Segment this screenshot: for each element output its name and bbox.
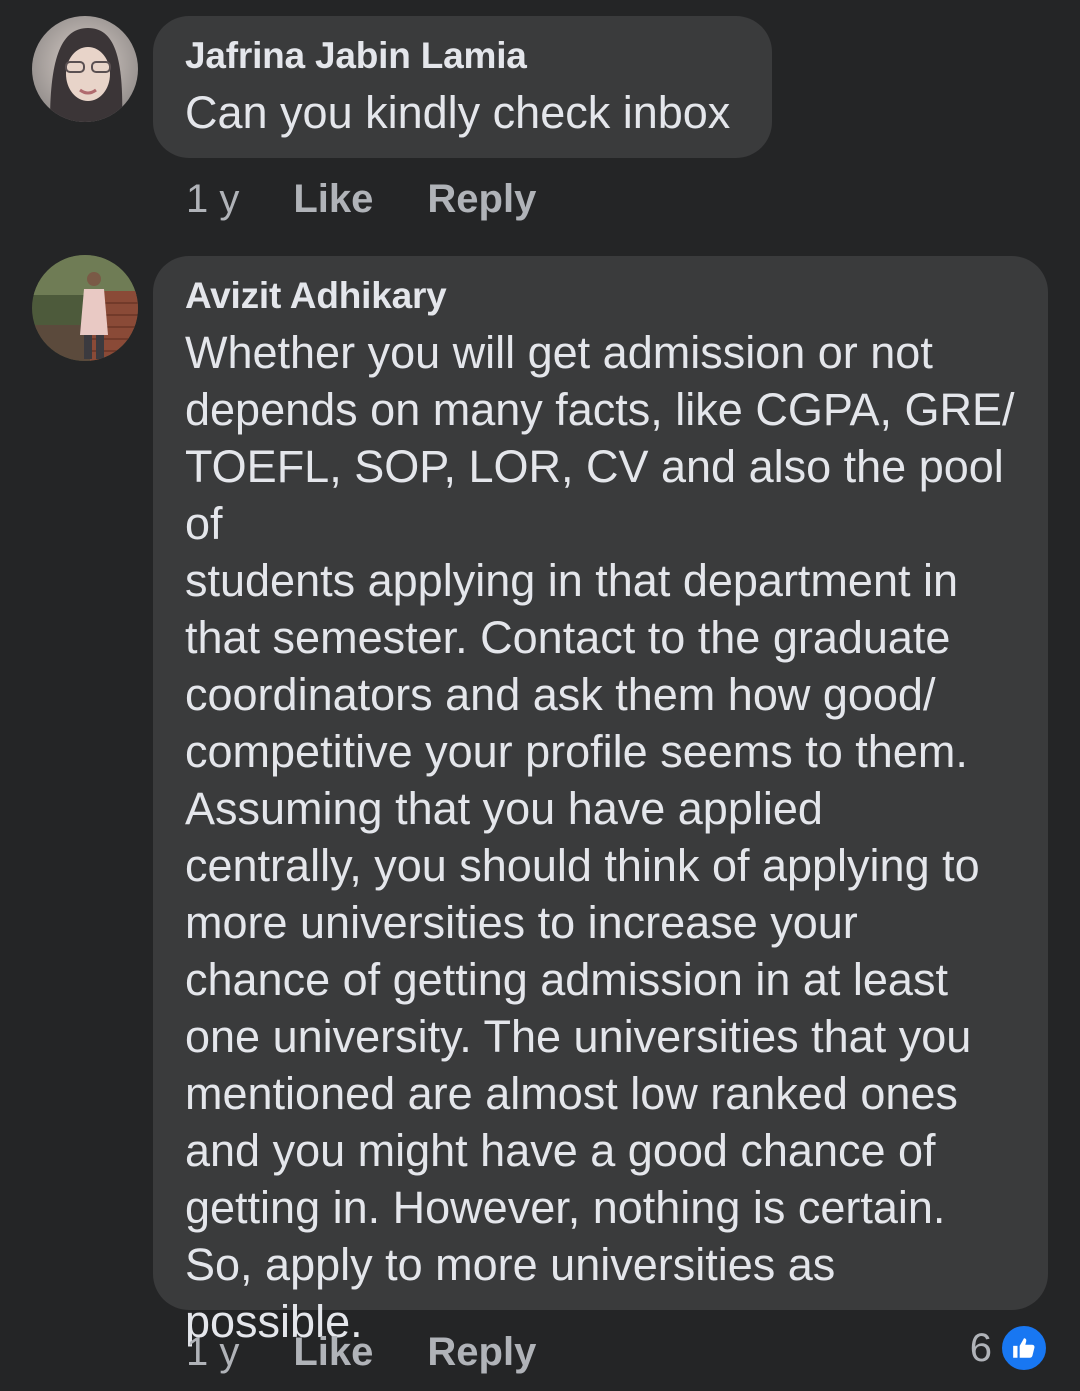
like-button[interactable]: Like <box>293 177 373 222</box>
reaction-count: 6 <box>969 1325 992 1370</box>
comment-author[interactable]: Avizit Adhikary <box>185 274 1016 318</box>
reply-button[interactable]: Reply <box>427 177 536 222</box>
profile-photo <box>32 255 138 361</box>
comment-timestamp[interactable]: 1 y <box>186 1330 239 1375</box>
comment-bubble: Avizit Adhikary Whether you will get adm… <box>153 256 1048 1347</box>
profile-photo <box>32 16 138 122</box>
comment-actions: 1 y Like Reply <box>186 1327 590 1377</box>
like-button[interactable]: Like <box>293 1330 373 1375</box>
comment-bubble: Jafrina Jabin Lamia Can you kindly check… <box>153 16 772 158</box>
thumbs-up-icon <box>1000 1324 1048 1372</box>
reaction-summary[interactable]: 6 <box>970 1324 1048 1372</box>
comment-text: Whether you will get admission or not de… <box>185 327 1015 1347</box>
avatar[interactable] <box>32 16 138 122</box>
comment-text: Can you kindly check inbox <box>185 87 731 138</box>
reply-button[interactable]: Reply <box>427 1330 536 1375</box>
comment-timestamp[interactable]: 1 y <box>186 177 239 222</box>
comment-author[interactable]: Jafrina Jabin Lamia <box>185 34 740 78</box>
comments-thread: Jafrina Jabin Lamia Can you kindly check… <box>0 0 1080 1391</box>
comment-actions: 1 y Like Reply <box>186 174 590 224</box>
avatar[interactable] <box>32 255 138 361</box>
